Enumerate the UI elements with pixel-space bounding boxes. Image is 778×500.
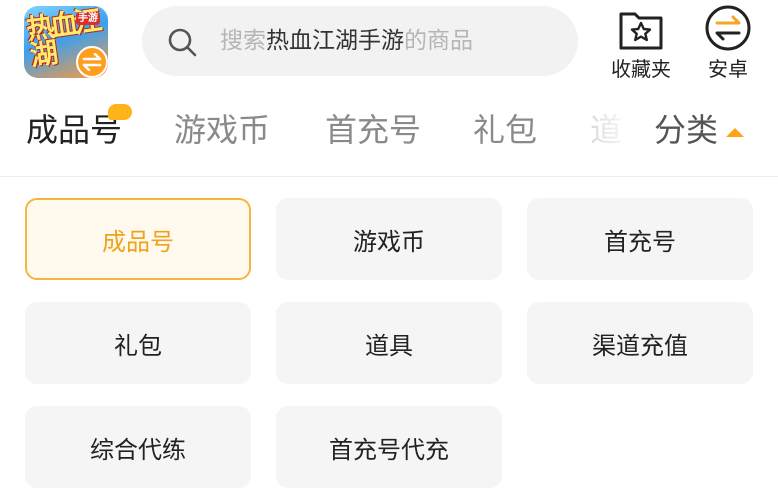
category-gift-pack[interactable]: 礼包 [25,302,251,384]
category-label: 礼包 [114,331,162,360]
category-label: 成品号 [102,227,174,256]
category-label: 游戏币 [353,227,425,256]
category-label: 综合代练 [90,435,186,464]
category-label: 首充号代充 [329,435,449,464]
category-power-leveling[interactable]: 综合代练 [25,406,251,488]
category-first-charge-topup[interactable]: 首充号代充 [276,406,502,488]
category-label: 首充号 [604,227,676,256]
category-label: 渠道充值 [592,331,688,360]
category-game-currency[interactable]: 游戏币 [276,198,502,280]
category-channel-recharge[interactable]: 渠道充值 [527,302,753,384]
category-items[interactable]: 道具 [276,302,502,384]
category-finished-account[interactable]: 成品号 [25,198,251,280]
category-label: 道具 [365,331,413,360]
category-first-charge[interactable]: 首充号 [527,198,753,280]
category-grid: 成品号 游戏币 首充号 礼包 道具 渠道充值 综合代练 首充号代充 [0,0,778,500]
